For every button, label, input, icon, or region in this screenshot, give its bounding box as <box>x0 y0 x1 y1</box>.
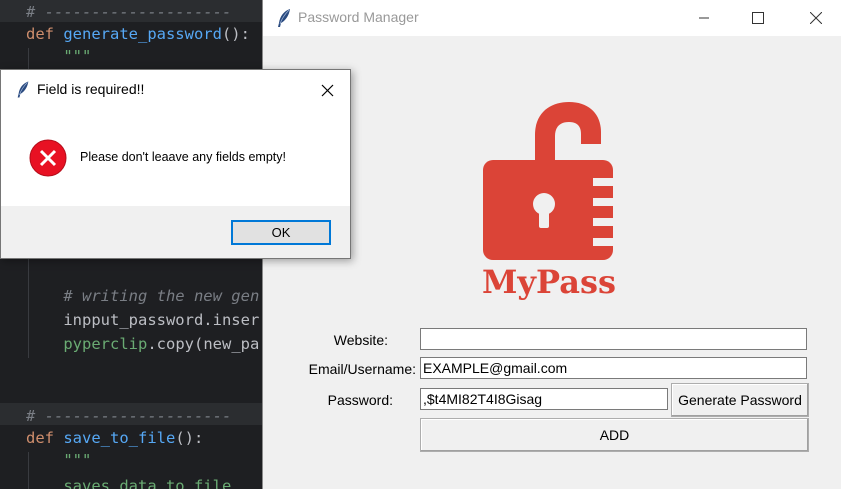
dialog-title: Field is required!! <box>37 81 145 97</box>
code-line: saves data to file <box>26 476 231 489</box>
close-button[interactable] <box>793 0 839 36</box>
code-line: pyperclip.copy(new_pa <box>26 334 259 354</box>
dialog-close-icon[interactable] <box>317 80 337 100</box>
website-input[interactable] <box>420 328 807 350</box>
dialog-footer: OK <box>1 206 350 258</box>
code-token: generate_password <box>63 25 222 43</box>
code-line: """ <box>26 46 91 66</box>
code-token: (): <box>175 429 204 447</box>
minimize-icon <box>699 17 709 19</box>
ok-button[interactable]: OK <box>231 220 331 245</box>
code-line: def generate_password(): <box>26 24 250 44</box>
maximize-button[interactable] <box>735 0 781 36</box>
code-token: saves data to file <box>26 477 232 489</box>
website-label: Website: <box>333 332 388 348</box>
email-label: Email/Username: <box>308 361 416 377</box>
code-token: # -------------------- <box>26 3 232 21</box>
code-token: """ <box>26 451 92 469</box>
lock-shackle-icon <box>535 102 601 160</box>
email-input[interactable]: EXAMPLE@gmail.com <box>420 357 807 379</box>
code-token: def <box>26 429 64 447</box>
dialog-body: Please don't leaave any fields empty! <box>1 108 350 206</box>
mypass-logo: MyPass <box>482 102 616 300</box>
error-dialog: Field is required!! Please don't leaave … <box>0 69 351 259</box>
dialog-message: Please don't leaave any fields empty! <box>80 150 286 164</box>
feather-icon <box>278 9 290 27</box>
close-icon <box>810 12 822 24</box>
feather-icon <box>17 81 29 98</box>
password-label: Password: <box>327 392 393 408</box>
code-token: def <box>26 25 64 43</box>
code-token: """ <box>26 47 92 65</box>
code-token: inpput_password.inser <box>26 311 260 329</box>
code-token: save_to_file <box>63 429 176 447</box>
password-input[interactable]: ,$t4MI82T4I8Gisag <box>420 388 668 410</box>
generate-password-button[interactable]: Generate Password <box>671 383 809 417</box>
code-token: pyperclip <box>26 335 148 353</box>
code-token: new_pa <box>203 335 260 353</box>
pm-titlebar[interactable]: Password Manager <box>263 0 841 36</box>
logo-text: MyPass <box>482 263 616 300</box>
minimize-button[interactable] <box>681 0 727 36</box>
add-button[interactable]: ADD <box>420 418 809 452</box>
code-token: # writing the new gen <box>26 287 260 305</box>
code-line: # -------------------- <box>26 406 231 426</box>
code-line: inpput_password.inser <box>26 310 259 330</box>
code-line: """ <box>26 450 91 470</box>
code-token: (): <box>221 25 250 43</box>
code-line: # -------------------- <box>26 2 231 22</box>
code-token: # -------------------- <box>26 407 232 425</box>
window-title: Password Manager <box>298 9 419 25</box>
maximize-icon <box>752 12 764 24</box>
error-icon <box>29 139 67 177</box>
code-line: # writing the new gen <box>26 286 259 306</box>
code-line: def save_to_file(): <box>26 428 203 448</box>
dialog-titlebar[interactable]: Field is required!! <box>1 70 350 108</box>
code-token: .copy( <box>147 335 204 353</box>
